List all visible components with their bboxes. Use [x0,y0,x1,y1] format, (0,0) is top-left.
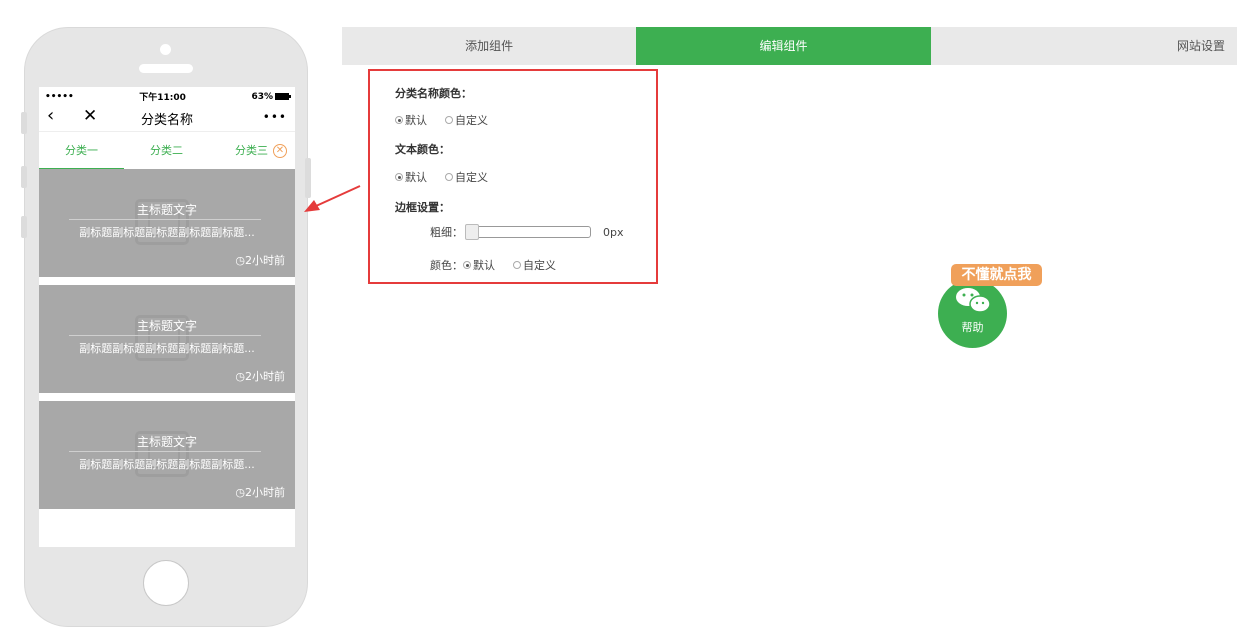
mini-nav-bar: ‹ ✕ 分类名称 ••• [39,105,295,130]
radio[interactable] [445,173,453,181]
card-title: 主标题文字 [136,319,197,333]
card-time: ◷2小时前 [235,254,285,267]
text-color-custom-option[interactable]: 自定义 [445,169,488,185]
remove-component-icon[interactable]: ✕ [273,144,287,158]
tab-edit-component[interactable]: 编辑组件 [636,27,931,65]
phone-home-button [143,560,189,606]
tab-add-component[interactable]: 添加组件 [342,27,637,65]
pointer-arrow-icon [304,185,361,212]
thickness-slider[interactable] [465,224,591,240]
card-divider [69,219,261,220]
radio[interactable] [513,261,521,269]
category-tabs: 分类一 分类二 分类三 ✕ [39,131,295,170]
more-icon[interactable]: ••• [263,110,287,124]
category-color-default-option[interactable]: 默认 [395,112,427,128]
phone-speaker [139,64,193,73]
thickness-value: 0px [603,225,624,239]
battery-icon [275,92,291,100]
radio-selected[interactable] [463,261,471,269]
slider-handle[interactable] [465,224,479,240]
phone-volume-button [21,166,27,188]
border-color-custom-option[interactable]: 自定义 [513,257,556,273]
tab-category-1[interactable]: 分类一 [39,132,124,170]
text-color-default-option[interactable]: 默认 [395,169,427,185]
back-icon[interactable]: ‹ [47,105,54,126]
component-settings-panel: 分类名称颜色： 默认 自定义 文本颜色： 默认 自定义 边框设置： 粗细： 0p… [368,69,658,284]
radio-selected[interactable] [395,173,403,181]
tab-site-settings[interactable]: 网站设置 [930,27,1237,65]
page-title: 分类名称 [140,112,193,128]
card-subtitle: 副标题副标题副标题副标题副标题... [79,342,255,355]
border-settings-heading: 边框设置： [395,201,450,214]
text-color-heading: 文本颜色： [395,143,450,156]
phone-camera [160,44,171,55]
phone-screen: ••••• 下午11:00 63% ‹ ✕ 分类名称 ••• 分类一 分类二 分… [39,87,295,547]
tab-category-2[interactable]: 分类二 [124,132,209,170]
phone-volume-button [21,216,27,238]
card-title: 主标题文字 [136,203,197,217]
border-thickness-row: 粗细： 0px [430,224,624,240]
border-color-row: 颜色： 默认 自定义 [430,257,574,273]
option-label: 自定义 [455,171,488,184]
option-label: 自定义 [523,259,556,272]
article-card[interactable]: 主标题文字 副标题副标题副标题副标题副标题... ◷2小时前 [39,401,295,509]
radio[interactable] [445,116,453,124]
option-label: 默认 [405,171,427,184]
card-time: ◷2小时前 [235,370,285,383]
option-label: 默认 [473,259,495,272]
thickness-label: 粗细： [430,226,463,239]
radio-selected[interactable] [395,116,403,124]
status-time: 下午11:00 [139,93,186,103]
card-time: ◷2小时前 [235,486,285,499]
status-bar: ••••• 下午11:00 63% [39,87,295,106]
option-label: 自定义 [455,114,488,127]
border-color-label: 颜色： [430,259,463,272]
border-color-default-option[interactable]: 默认 [463,257,495,273]
phone-preview: ••••• 下午11:00 63% ‹ ✕ 分类名称 ••• 分类一 分类二 分… [21,27,311,627]
card-subtitle: 副标题副标题副标题副标题副标题... [79,458,255,471]
text-color-options: 默认 自定义 [395,169,506,185]
help-label: 帮助 [961,321,984,334]
close-icon[interactable]: ✕ [83,106,97,126]
battery-indicator: 63% [251,91,291,102]
signal-indicator: ••••• [45,91,74,102]
card-divider [69,335,261,336]
card-subtitle: 副标题副标题副标题副标题副标题... [79,226,255,239]
category-color-custom-option[interactable]: 自定义 [445,112,488,128]
article-card[interactable]: 主标题文字 副标题副标题副标题副标题副标题... ◷2小时前 [39,169,295,277]
card-divider [69,451,261,452]
editor-tabs: 添加组件 编辑组件 网站设置 [342,27,1237,65]
phone-mute-button [21,112,27,134]
wechat-icon [956,288,991,313]
article-card[interactable]: 主标题文字 副标题副标题副标题副标题副标题... ◷2小时前 [39,285,295,393]
battery-percent: 63% [251,91,273,102]
card-title: 主标题文字 [136,435,197,449]
help-button[interactable]: 帮助 [938,279,1007,348]
category-color-options: 默认 自定义 [395,112,506,128]
option-label: 默认 [405,114,427,127]
help-tooltip[interactable]: 不懂就点我 [951,264,1042,286]
category-color-heading: 分类名称颜色： [395,87,472,100]
